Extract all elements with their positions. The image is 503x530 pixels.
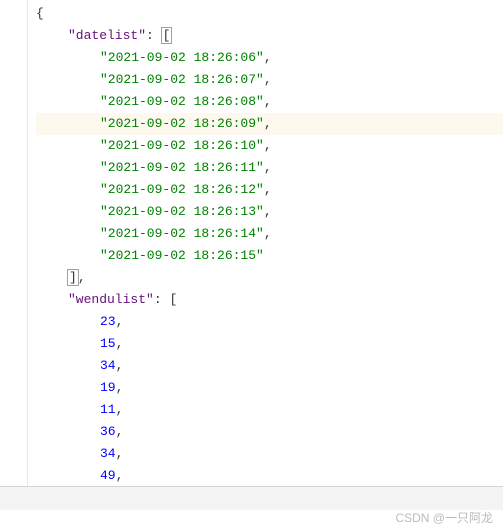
code-line-highlighted: "2021-09-02 18:26:09",: [36, 113, 503, 135]
code-line: 34,: [36, 355, 503, 377]
code-line: "2021-09-02 18:26:13",: [36, 201, 503, 223]
line-number: [0, 25, 27, 47]
line-number: [0, 47, 27, 69]
line-number: [0, 311, 27, 333]
code-line: "2021-09-02 18:26:11",: [36, 157, 503, 179]
line-number: [0, 333, 27, 355]
code-line: "2021-09-02 18:26:10",: [36, 135, 503, 157]
line-number: [0, 69, 27, 91]
code-line: 49,: [36, 465, 503, 487]
code-line: 15,: [36, 333, 503, 355]
line-number: [0, 289, 27, 311]
line-number: [0, 443, 27, 465]
code-line: "2021-09-02 18:26:06",: [36, 47, 503, 69]
line-gutter: [0, 0, 28, 500]
code-line: "datelist": [: [36, 25, 503, 47]
code-line: "2021-09-02 18:26:07",: [36, 69, 503, 91]
line-number: [0, 377, 27, 399]
code-line: {: [36, 3, 503, 25]
code-line: 23,: [36, 311, 503, 333]
code-editor[interactable]: { "datelist": [ "2021-09-02 18:26:06", "…: [0, 0, 503, 500]
code-line: "2021-09-02 18:26:08",: [36, 91, 503, 113]
line-number: [0, 113, 27, 135]
line-number: [0, 201, 27, 223]
line-number: [0, 245, 27, 267]
code-line: "2021-09-02 18:26:14",: [36, 223, 503, 245]
line-number: [0, 179, 27, 201]
code-line: 19,: [36, 377, 503, 399]
line-number: [0, 399, 27, 421]
code-content[interactable]: { "datelist": [ "2021-09-02 18:26:06", "…: [28, 0, 503, 500]
code-line: "2021-09-02 18:26:12",: [36, 179, 503, 201]
code-line: 11,: [36, 399, 503, 421]
line-number: [0, 157, 27, 179]
code-line: "2021-09-02 18:26:15": [36, 245, 503, 267]
code-line: 34,: [36, 443, 503, 465]
code-line: 36,: [36, 421, 503, 443]
line-number: [0, 223, 27, 245]
code-line: "wendulist": [: [36, 289, 503, 311]
watermark-text: CSDN @一只阿龙: [395, 509, 493, 526]
line-number: [0, 91, 27, 113]
line-number: [0, 421, 27, 443]
line-number: [0, 267, 27, 289]
status-bar: [0, 486, 503, 510]
code-line: ],: [36, 267, 503, 289]
line-number: [0, 135, 27, 157]
line-number: [0, 3, 27, 25]
line-number: [0, 465, 27, 487]
line-number: [0, 355, 27, 377]
